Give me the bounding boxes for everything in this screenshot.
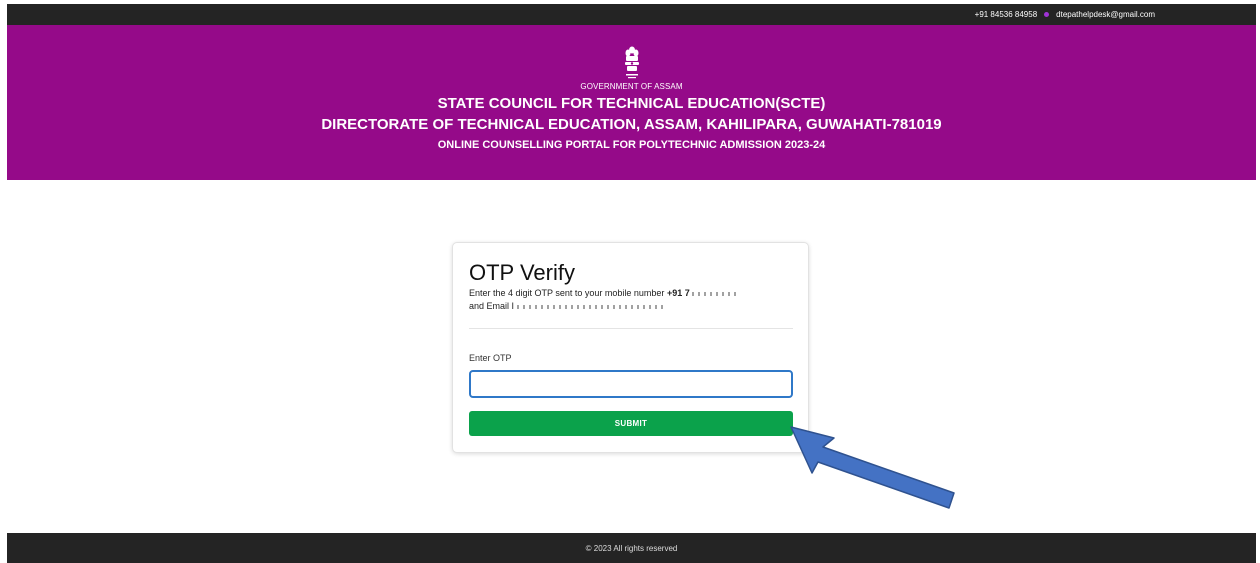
copyright-text: © 2023 All rights reserved [585,543,678,553]
site-footer: © 2023 All rights reserved [7,533,1256,563]
directorate-title: DIRECTORATE OF TECHNICAL EDUCATION, ASSA… [321,116,942,133]
council-title: STATE COUNCIL FOR TECHNICAL EDUCATION(SC… [437,95,826,112]
otp-verify-card: OTP Verify Enter the 4 digit OTP sent to… [452,242,809,453]
site-header: GOVERNMENT OF ASSAM STATE COUNCIL FOR TE… [7,25,1256,180]
masked-mobile-number: +91 7 [666,288,690,298]
page: +91 84536 84958 dtepathelpdesk@gmail.com… [0,0,1260,563]
portal-title: ONLINE COUNSELLING PORTAL FOR POLYTECHNI… [437,139,826,151]
otp-message-prefix: Enter the 4 digit OTP sent to your mobil… [469,288,665,298]
separator-dot-icon [1044,12,1050,17]
otp-instructions: Enter the 4 digit OTP sent to your mobil… [469,287,799,313]
otp-label: Enter OTP [469,353,512,363]
government-label: GOVERNMENT OF ASSAM [580,82,683,91]
state-emblem-icon [625,46,639,79]
redacted-mobile [692,291,737,296]
otp-input[interactable] [469,370,793,398]
contact-email[interactable]: dtepathelpdesk@gmail.com [1056,10,1155,19]
contact-phone[interactable]: +91 84536 84958 [975,10,1038,19]
card-divider [469,328,793,329]
pointer-arrow-icon [790,426,955,509]
top-contact-bar: +91 84536 84958 dtepathelpdesk@gmail.com [7,4,1256,25]
redacted-email [516,304,667,309]
masked-email: I [511,301,515,311]
submit-button[interactable]: SUBMIT [469,411,793,436]
otp-verify-title: OTP Verify [469,260,575,285]
otp-email-prefix: and Email [469,301,510,311]
